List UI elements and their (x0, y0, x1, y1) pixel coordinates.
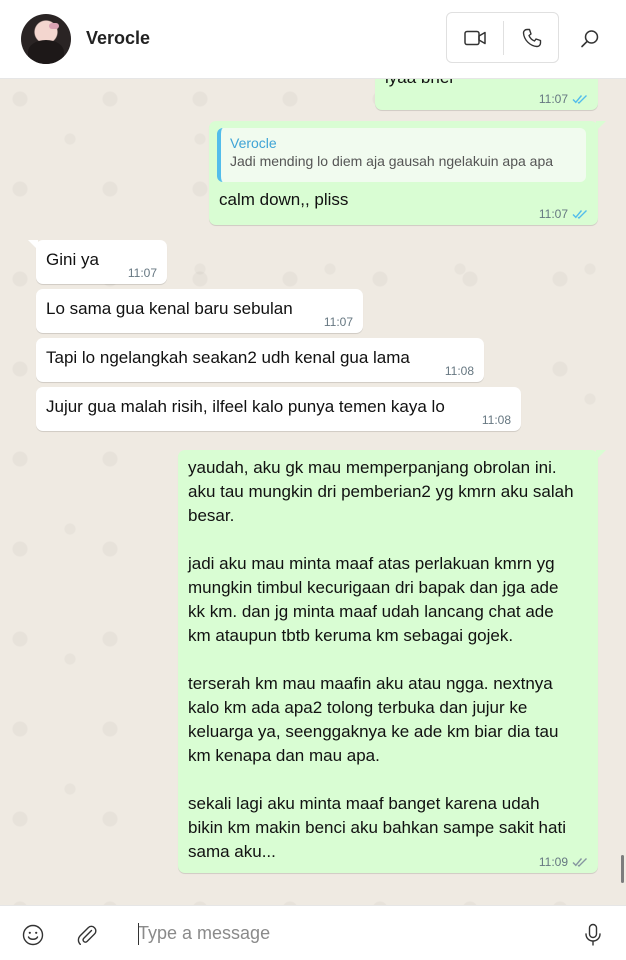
double-check-icon (572, 210, 587, 219)
video-call-button[interactable] (447, 13, 503, 62)
quoted-text: Jadi mending lo diem aja gausah ngelakui… (230, 153, 554, 169)
message-text: iyaa bner (385, 79, 455, 90)
message-meta: 11:07 (324, 316, 353, 328)
phone-icon (522, 28, 542, 47)
message-bubble-outgoing[interactable]: Verocle Jadi mending lo diem aja gausah … (209, 121, 606, 225)
message-bubble-incoming[interactable]: Tapi lo ngelangkah seakan2 udh kenal gua… (36, 338, 484, 382)
message-time: 11:08 (444, 364, 474, 378)
message-text: calm down,, pliss (219, 190, 349, 209)
message-bubble-incoming[interactable]: Gini ya 11:07 (28, 240, 167, 284)
microphone-icon (585, 923, 601, 946)
message-text: yaudah, aku gk mau memperpanjang obrolan… (188, 458, 574, 861)
double-check-icon (572, 858, 587, 867)
quoted-message[interactable]: Verocle Jadi mending lo diem aja gausah … (217, 128, 586, 182)
message-meta: 11:08 (482, 414, 511, 426)
message-meta: 11:07 (539, 93, 588, 105)
message-text: Gini ya (46, 250, 99, 269)
voice-call-button[interactable] (504, 13, 560, 62)
paperclip-icon (77, 925, 97, 945)
message-time: 11:09 (538, 855, 568, 869)
message-bubble-outgoing[interactable]: iyaa bner 11:07 (375, 79, 598, 110)
message-time: 11:07 (538, 92, 568, 106)
chat-header: Verocle (0, 0, 626, 79)
quoted-author: Verocle (230, 135, 277, 151)
chat-messages[interactable]: iyaa bner 11:07 Verocle Jadi mending lo … (0, 79, 626, 905)
message-bubble-incoming[interactable]: Lo sama gua kenal baru sebulan 11:07 (36, 289, 363, 333)
message-bubble-outgoing[interactable]: yaudah, aku gk mau memperpanjang obrolan… (178, 450, 606, 873)
double-check-icon (572, 95, 587, 104)
call-button-group (446, 12, 559, 63)
contact-name[interactable]: Verocle (86, 28, 150, 49)
emoji-button[interactable] (18, 920, 48, 950)
message-meta: 11:08 (445, 365, 474, 377)
message-text: Lo sama gua kenal baru sebulan (46, 299, 293, 318)
message-time: 11:08 (481, 413, 511, 427)
video-camera-icon (464, 30, 486, 45)
message-time: 11:07 (127, 266, 157, 280)
attach-button[interactable] (72, 920, 102, 950)
message-time: 11:07 (323, 315, 353, 329)
smiley-icon (22, 924, 44, 946)
message-input[interactable] (138, 916, 558, 950)
text-caret (138, 923, 139, 945)
message-time: 11:07 (538, 207, 568, 221)
message-bubble-incoming[interactable]: Jujur gua malah risih, ilfeel kalo punya… (36, 387, 521, 431)
search-icon (581, 30, 599, 48)
message-meta: 11:07 (539, 208, 588, 220)
message-text: Jujur gua malah risih, ilfeel kalo punya… (46, 397, 445, 416)
message-composer (0, 905, 626, 960)
message-text: Tapi lo ngelangkah seakan2 udh kenal gua… (46, 348, 410, 367)
message-meta: 11:07 (128, 267, 157, 279)
message-meta: 11:09 (539, 856, 588, 868)
search-button[interactable] (570, 20, 610, 58)
chat-scrollbar[interactable] (621, 855, 624, 883)
contact-avatar[interactable] (21, 14, 71, 64)
voice-message-button[interactable] (578, 920, 608, 950)
